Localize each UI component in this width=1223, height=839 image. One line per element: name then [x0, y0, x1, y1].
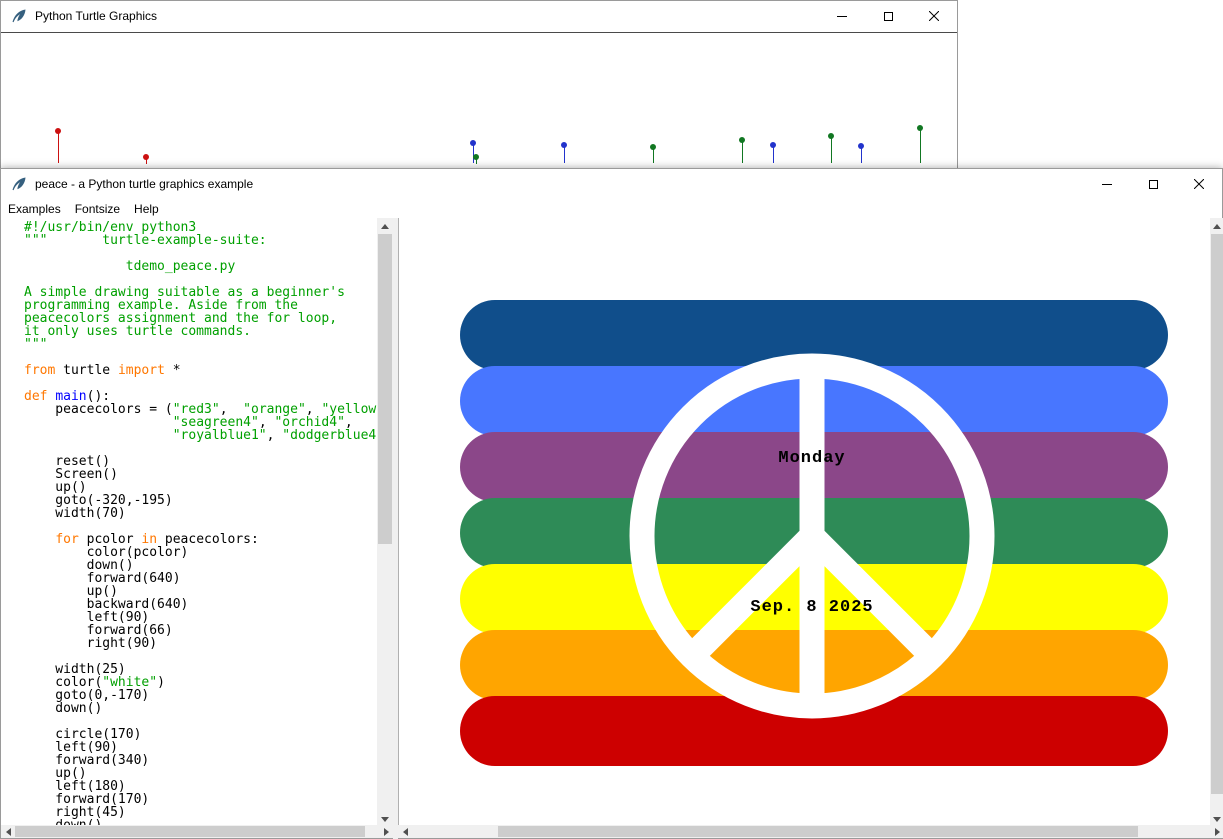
maximize-button[interactable]: [1130, 169, 1176, 199]
menubar: Examples Fontsize Help: [1, 199, 1222, 218]
canvas-vscrollbar[interactable]: [1210, 218, 1223, 827]
close-icon: [929, 11, 939, 21]
demo-titlebar[interactable]: peace - a Python turtle graphics example: [1, 169, 1222, 199]
close-button[interactable]: [911, 1, 957, 31]
code-line: down(): [24, 702, 377, 715]
arrow-right-icon: [1215, 828, 1220, 836]
arrow-up-icon: [1213, 224, 1221, 229]
menu-fontsize[interactable]: Fontsize: [68, 200, 127, 218]
menu-help[interactable]: Help: [127, 200, 166, 218]
background-window-title: Python Turtle Graphics: [35, 9, 157, 23]
window-content: #!/usr/bin/env python3""" turtle-example…: [1, 218, 1222, 838]
turtle-app-icon: [11, 176, 27, 192]
code-line: from turtle import *: [24, 364, 377, 377]
arrow-down-icon: [1213, 817, 1221, 822]
scroll-left-button[interactable]: [398, 825, 412, 838]
date-text: Sep. 8 2025: [750, 598, 873, 617]
demo-window: peace - a Python turtle graphics example…: [0, 168, 1223, 839]
code-line: """: [24, 338, 377, 351]
maximize-icon: [1149, 180, 1158, 189]
code-line: right(90): [24, 637, 377, 650]
scroll-up-button[interactable]: [377, 218, 393, 234]
code-line: width(70): [24, 507, 377, 520]
turtle-app-icon: [11, 8, 27, 24]
maximize-icon: [884, 12, 893, 21]
arrow-down-icon: [381, 817, 389, 822]
demo-window-title: peace - a Python turtle graphics example: [35, 177, 253, 191]
minimize-icon: [837, 16, 847, 17]
scroll-left-button[interactable]: [1, 825, 15, 838]
code-line: tdemo_peace.py: [24, 260, 377, 273]
canvas-hscroll-thumb[interactable]: [498, 826, 1138, 837]
scroll-right-button[interactable]: [379, 825, 393, 838]
arrow-right-icon: [384, 828, 389, 836]
scroll-up-button[interactable]: [1210, 218, 1223, 234]
code-hscrollbar[interactable]: [1, 825, 393, 838]
background-titlebar[interactable]: Python Turtle Graphics: [1, 1, 957, 31]
peace-symbol: [399, 218, 1210, 827]
menu-examples[interactable]: Examples: [1, 200, 68, 218]
close-icon: [1194, 179, 1204, 189]
graphics-canvas: Monday Sep. 8 2025: [398, 218, 1210, 827]
code-vscroll-thumb[interactable]: [378, 234, 392, 544]
maximize-button[interactable]: [865, 1, 911, 31]
code-line: "royalblue1", "dodgerblue4"): [24, 429, 377, 442]
code-line: it only uses turtle commands.: [24, 325, 377, 338]
canvas-hscrollbar[interactable]: [398, 825, 1223, 838]
minimize-icon: [1102, 184, 1112, 185]
arrow-left-icon: [403, 828, 408, 836]
code-vscrollbar[interactable]: [377, 218, 393, 827]
minimize-button[interactable]: [1084, 169, 1130, 199]
close-button[interactable]: [1176, 169, 1222, 199]
canvas-vscroll-thumb[interactable]: [1211, 234, 1223, 794]
minimize-button[interactable]: [819, 1, 865, 31]
scroll-right-button[interactable]: [1210, 825, 1223, 838]
code-text[interactable]: #!/usr/bin/env python3""" turtle-example…: [1, 218, 377, 827]
demo-window-controls: [1084, 169, 1222, 199]
code-hscroll-thumb[interactable]: [15, 826, 365, 837]
weekday-text: Monday: [778, 449, 845, 468]
arrow-up-icon: [381, 224, 389, 229]
code-line: """ turtle-example-suite:: [24, 234, 377, 247]
background-window-controls: [819, 1, 957, 31]
arrow-left-icon: [6, 828, 11, 836]
